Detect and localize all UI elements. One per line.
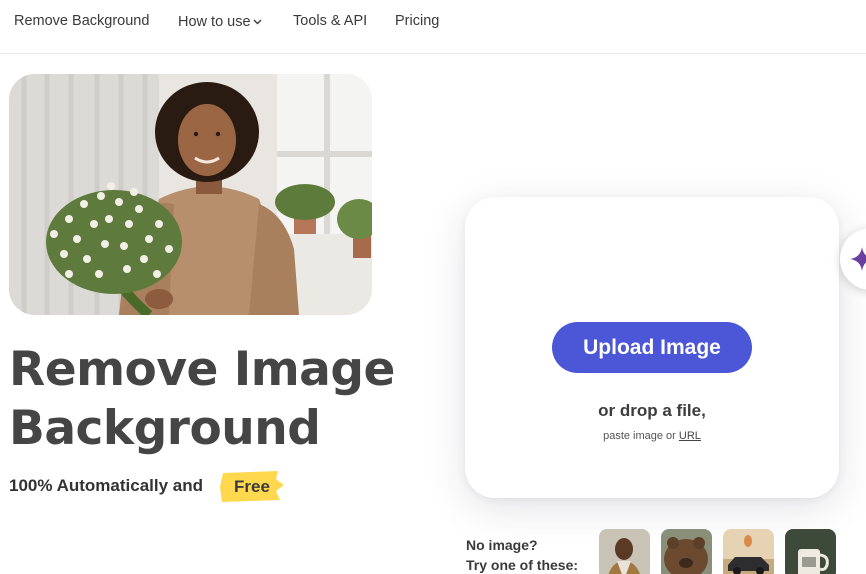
paste-prefix: paste image or [603,430,676,442]
sample-thumb-bear[interactable] [661,529,712,574]
nav-remove-background[interactable]: Remove Background [14,13,149,29]
url-link[interactable]: URL [679,430,701,442]
nav-pricing[interactable]: Pricing [395,13,439,29]
hero-photo [9,74,372,315]
free-badge: Free [220,471,284,502]
chevron-down-icon [253,13,262,29]
title-line-1: Remove Image [9,342,395,397]
upload-card[interactable]: Upload Image or drop a file, paste image… [465,197,839,498]
paste-image-text: paste image or URL [465,430,839,442]
sample-thumb-car[interactable] [723,529,774,574]
sparkle-icon [850,247,866,271]
sparkle-fab-button[interactable] [840,228,866,290]
nav-how-to-use-label: How to use [178,14,251,30]
sample-prompt: No image? Try one of these: [466,535,578,574]
subtitle: 100% Automatically and [9,476,203,495]
title-line-2: Background [9,401,321,456]
sample-prompt-line-2: Try one of these: [466,557,579,573]
nav-tools-api[interactable]: Tools & API [293,13,367,29]
sample-thumb-mug[interactable] [785,529,836,574]
nav-how-to-use[interactable]: How to use [178,13,262,30]
upload-image-button[interactable]: Upload Image [552,322,752,373]
drop-file-text: or drop a file, [598,401,706,420]
page-title: Remove Image Background [9,340,395,458]
sample-prompt-line-1: No image? [466,537,538,553]
free-badge-label: Free [234,477,270,496]
sample-thumb-person[interactable] [599,529,650,574]
top-nav: Remove Background How to use Tools & API… [0,0,866,54]
